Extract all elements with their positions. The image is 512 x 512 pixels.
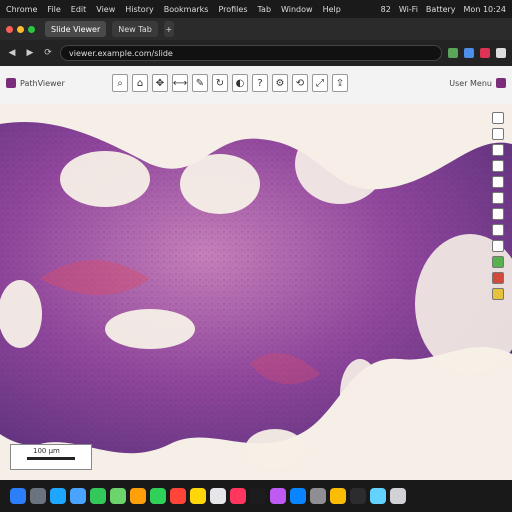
minimize-window-icon[interactable] — [17, 25, 24, 33]
tab-slide-viewer[interactable]: Slide Viewer — [45, 21, 107, 37]
music-icon[interactable] — [230, 488, 246, 504]
scale-bar-line — [27, 457, 75, 460]
tab-strip: Slide Viewer New Tab + — [0, 18, 512, 40]
lumen — [180, 154, 260, 214]
lumen — [60, 151, 150, 207]
slide-canvas[interactable] — [0, 104, 512, 480]
podcasts-icon[interactable] — [270, 488, 286, 504]
messages-icon[interactable] — [90, 488, 106, 504]
grid-icon[interactable] — [492, 192, 504, 204]
extension-icon[interactable] — [464, 48, 474, 58]
zoom-out-icon[interactable] — [492, 128, 504, 140]
tv-icon[interactable] — [250, 488, 266, 504]
close-window-icon[interactable] — [6, 25, 13, 33]
menu-item-bookmarks[interactable]: Bookmarks — [164, 5, 209, 14]
rotate-icon[interactable] — [492, 160, 504, 172]
layer-icon[interactable] — [492, 176, 504, 188]
dock — [0, 480, 512, 512]
menu-item-history[interactable]: History — [125, 5, 153, 14]
reload-icon[interactable]: ⟳ — [42, 47, 54, 59]
launchpad-icon[interactable] — [30, 488, 46, 504]
new-tab-button[interactable]: + — [163, 21, 174, 37]
viewer-toolbar: ⌕ ⌂ ✥ ⟷ ✎ ↻ ◐ ? ⚙ ⟲ ⤢ ⇪ — [112, 74, 348, 92]
viewer-header: PathViewer ⌕ ⌂ ✥ ⟷ ✎ ↻ ◐ ? ⚙ ⟲ ⤢ ⇪ User … — [0, 66, 512, 105]
status-item[interactable]: Battery — [426, 5, 456, 14]
fit-icon[interactable] — [492, 144, 504, 156]
trash-icon[interactable] — [390, 488, 406, 504]
menu-item-window[interactable]: Window — [281, 5, 313, 14]
zoom-window-icon[interactable] — [28, 25, 35, 33]
zoom-in-icon[interactable] — [492, 112, 504, 124]
tab-new-tab[interactable]: New Tab — [112, 21, 158, 37]
menu-item-profiles[interactable]: Profiles — [218, 5, 247, 14]
settings-icon[interactable]: ⚙ — [272, 74, 288, 92]
chrome-icon[interactable] — [330, 488, 346, 504]
eraser-icon[interactable] — [492, 240, 504, 252]
viewer-brand-label: PathViewer — [20, 78, 65, 88]
measure-icon[interactable]: ⟷ — [172, 74, 188, 92]
fullscreen-icon[interactable]: ⤢ — [312, 74, 328, 92]
lumen — [340, 359, 380, 429]
zoom-icon[interactable]: ⌕ — [112, 74, 128, 92]
safari-icon[interactable] — [50, 488, 66, 504]
menu-item-file[interactable]: File — [47, 5, 60, 14]
lumen — [245, 429, 305, 469]
help-icon[interactable]: ? — [252, 74, 268, 92]
lumen — [295, 124, 385, 204]
terminal-icon[interactable] — [350, 488, 366, 504]
menu-bar: Chrome File Edit View History Bookmarks … — [0, 0, 512, 18]
reset-icon[interactable]: ⟲ — [292, 74, 308, 92]
extension-icon[interactable] — [480, 48, 490, 58]
scale-bar: 100 µm — [10, 444, 92, 470]
lumen — [105, 309, 195, 349]
window-controls — [6, 25, 35, 33]
share-icon[interactable]: ⇪ — [332, 74, 348, 92]
photos-icon[interactable] — [130, 488, 146, 504]
menu-item-tab[interactable]: Tab — [257, 5, 271, 14]
pen-icon[interactable] — [492, 224, 504, 236]
flag-yellow-icon[interactable] — [492, 288, 504, 300]
preview-icon[interactable] — [370, 488, 386, 504]
annotate-icon[interactable]: ✎ — [192, 74, 208, 92]
menu-item-view[interactable]: View — [96, 5, 115, 14]
extension-icon[interactable] — [448, 48, 458, 58]
status-item[interactable]: Wi‑Fi — [399, 5, 418, 14]
status-item[interactable]: 82 — [381, 5, 391, 14]
menu-item-edit[interactable]: Edit — [71, 5, 87, 14]
menu-item-help[interactable]: Help — [323, 5, 341, 14]
mail-icon[interactable] — [70, 488, 86, 504]
address-bar[interactable]: viewer.example.com/slide — [60, 45, 442, 61]
flag-green-icon[interactable] — [492, 256, 504, 268]
notes-icon[interactable] — [190, 488, 206, 504]
user-avatar-icon[interactable] — [496, 78, 506, 88]
flag-red-icon[interactable] — [492, 272, 504, 284]
menubar-status: 82 Wi‑Fi Battery Mon 10:24 — [381, 5, 512, 14]
scale-bar-label: 100 µm — [33, 447, 60, 455]
back-arrow-icon[interactable]: ◀ — [6, 47, 18, 59]
tissue-image — [0, 104, 512, 480]
settings-icon[interactable] — [310, 488, 326, 504]
lumen — [0, 280, 42, 348]
rotate-icon[interactable]: ↻ — [212, 74, 228, 92]
profile-icon[interactable] — [496, 48, 506, 58]
app-store-icon[interactable] — [290, 488, 306, 504]
viewer-brand: PathViewer — [6, 78, 65, 88]
forward-arrow-icon[interactable]: ▶ — [24, 47, 36, 59]
viewer-user: User Menu — [449, 78, 506, 88]
user-menu-label[interactable]: User Menu — [449, 79, 492, 88]
right-toolbar — [492, 112, 506, 300]
menu-item-chrome[interactable]: Chrome — [6, 5, 37, 14]
reminders-icon[interactable] — [210, 488, 226, 504]
finder-icon[interactable] — [10, 488, 26, 504]
pan-icon[interactable]: ✥ — [152, 74, 168, 92]
facetime-icon[interactable] — [150, 488, 166, 504]
maps-icon[interactable] — [110, 488, 126, 504]
ruler-icon[interactable] — [492, 208, 504, 220]
home-icon[interactable]: ⌂ — [132, 74, 148, 92]
browser-toolbar: ◀ ▶ ⟳ viewer.example.com/slide — [0, 40, 512, 66]
clock: Mon 10:24 — [463, 4, 506, 14]
calendar-icon[interactable] — [170, 488, 186, 504]
app-logo-icon — [6, 78, 16, 88]
overlay-icon[interactable]: ◐ — [232, 74, 248, 92]
